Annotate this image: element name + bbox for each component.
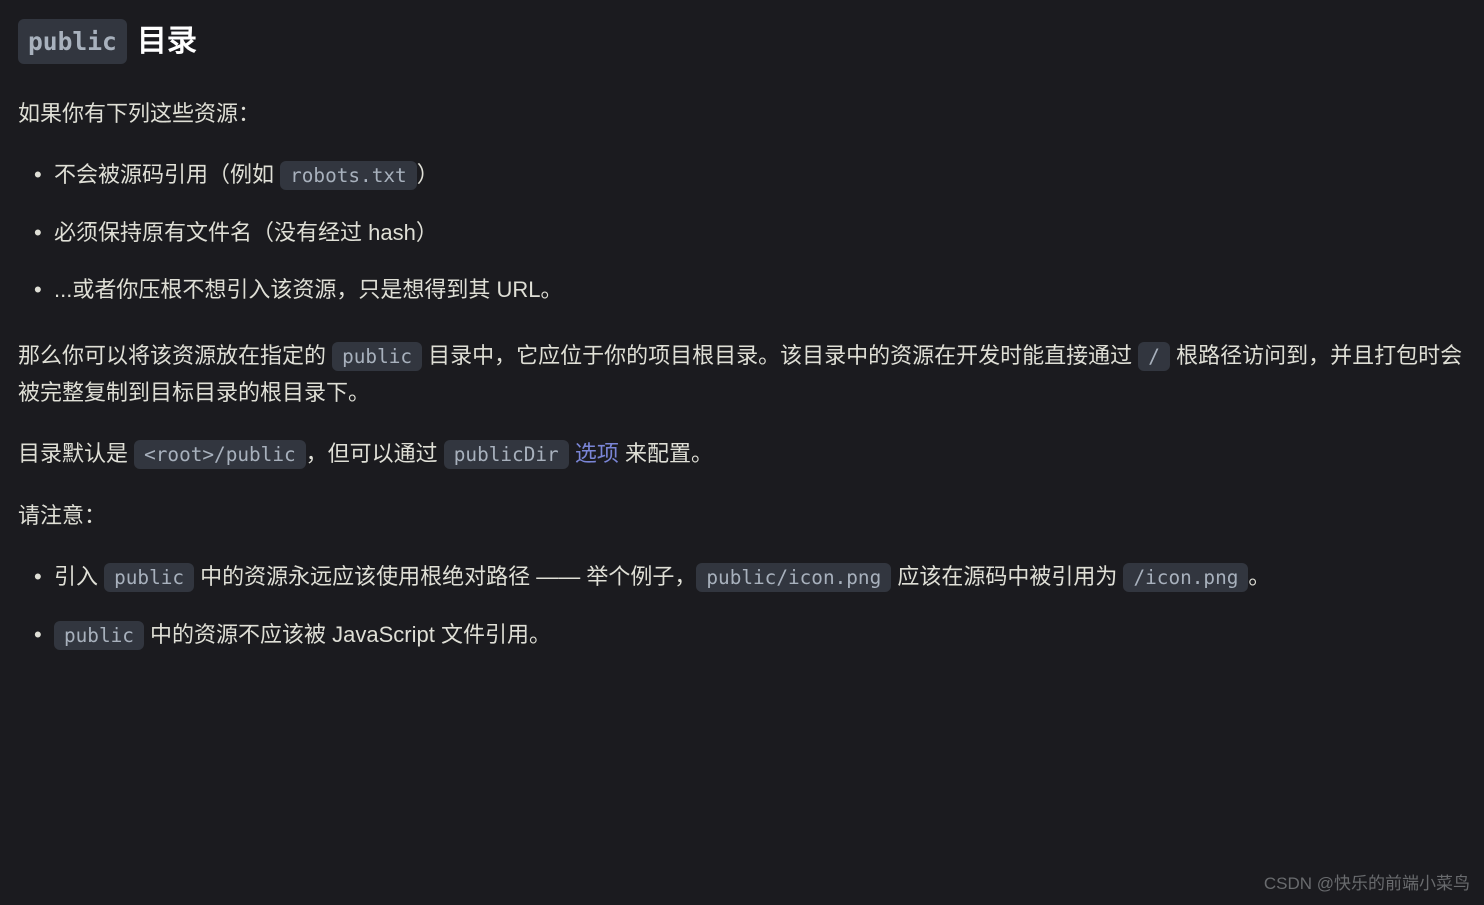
paragraph: 目录默认是 <root>/public，但可以通过 publicDir 选项 来… (18, 435, 1466, 472)
list-item: 引入 public 中的资源永远应该使用根绝对路径 —— 举个例子，public… (18, 558, 1466, 595)
paragraph: 那么你可以将该资源放在指定的 public 目录中，它应位于你的项目根目录。该目… (18, 337, 1466, 412)
watermark: CSDN @快乐的前端小菜鸟 (1264, 870, 1470, 899)
intro-paragraph: 如果你有下列这些资源： (18, 95, 1466, 132)
inline-code: public/icon.png (696, 563, 891, 592)
notice-paragraph: 请注意： (18, 497, 1466, 534)
list-item: public 中的资源不应该被 JavaScript 文件引用。 (18, 616, 1466, 653)
section-heading: public 目录 (18, 16, 1466, 67)
text: 那么你可以将该资源放在指定的 (18, 343, 332, 368)
resource-list: 不会被源码引用（例如 robots.txt） 必须保持原有文件名（没有经过 ha… (18, 156, 1466, 308)
list-text: 不会被源码引用（例如 (54, 162, 280, 187)
text: 应该在源码中被引用为 (891, 564, 1123, 589)
text: 目录默认是 (18, 441, 134, 466)
list-text: ） (417, 162, 439, 187)
inline-code: publicDir (444, 440, 569, 469)
inline-code: / (1138, 342, 1170, 371)
heading-code: public (18, 19, 127, 65)
text: 中的资源不应该被 JavaScript 文件引用。 (144, 622, 551, 647)
text: ，但可以通过 (306, 441, 444, 466)
inline-code: <root>/public (134, 440, 306, 469)
inline-code: public (54, 621, 144, 650)
list-item: 必须保持原有文件名（没有经过 hash） (18, 214, 1466, 251)
inline-code: robots.txt (280, 161, 417, 190)
text: 来配置。 (619, 441, 713, 466)
option-link[interactable]: 选项 (575, 441, 619, 466)
inline-code: public (332, 342, 422, 371)
text: 中的资源永远应该使用根绝对路径 —— 举个例子， (194, 564, 696, 589)
text: 目录中，它应位于你的项目根目录。该目录中的资源在开发时能直接通过 (422, 343, 1138, 368)
inline-code: public (104, 563, 194, 592)
inline-code: /icon.png (1123, 563, 1248, 592)
list-item: 不会被源码引用（例如 robots.txt） (18, 156, 1466, 193)
notice-list: 引入 public 中的资源永远应该使用根绝对路径 —— 举个例子，public… (18, 558, 1466, 653)
list-item: ...或者你压根不想引入该资源，只是想得到其 URL。 (18, 271, 1466, 308)
text: 。 (1248, 564, 1270, 589)
text: 引入 (54, 564, 104, 589)
heading-text: 目录 (137, 16, 197, 67)
